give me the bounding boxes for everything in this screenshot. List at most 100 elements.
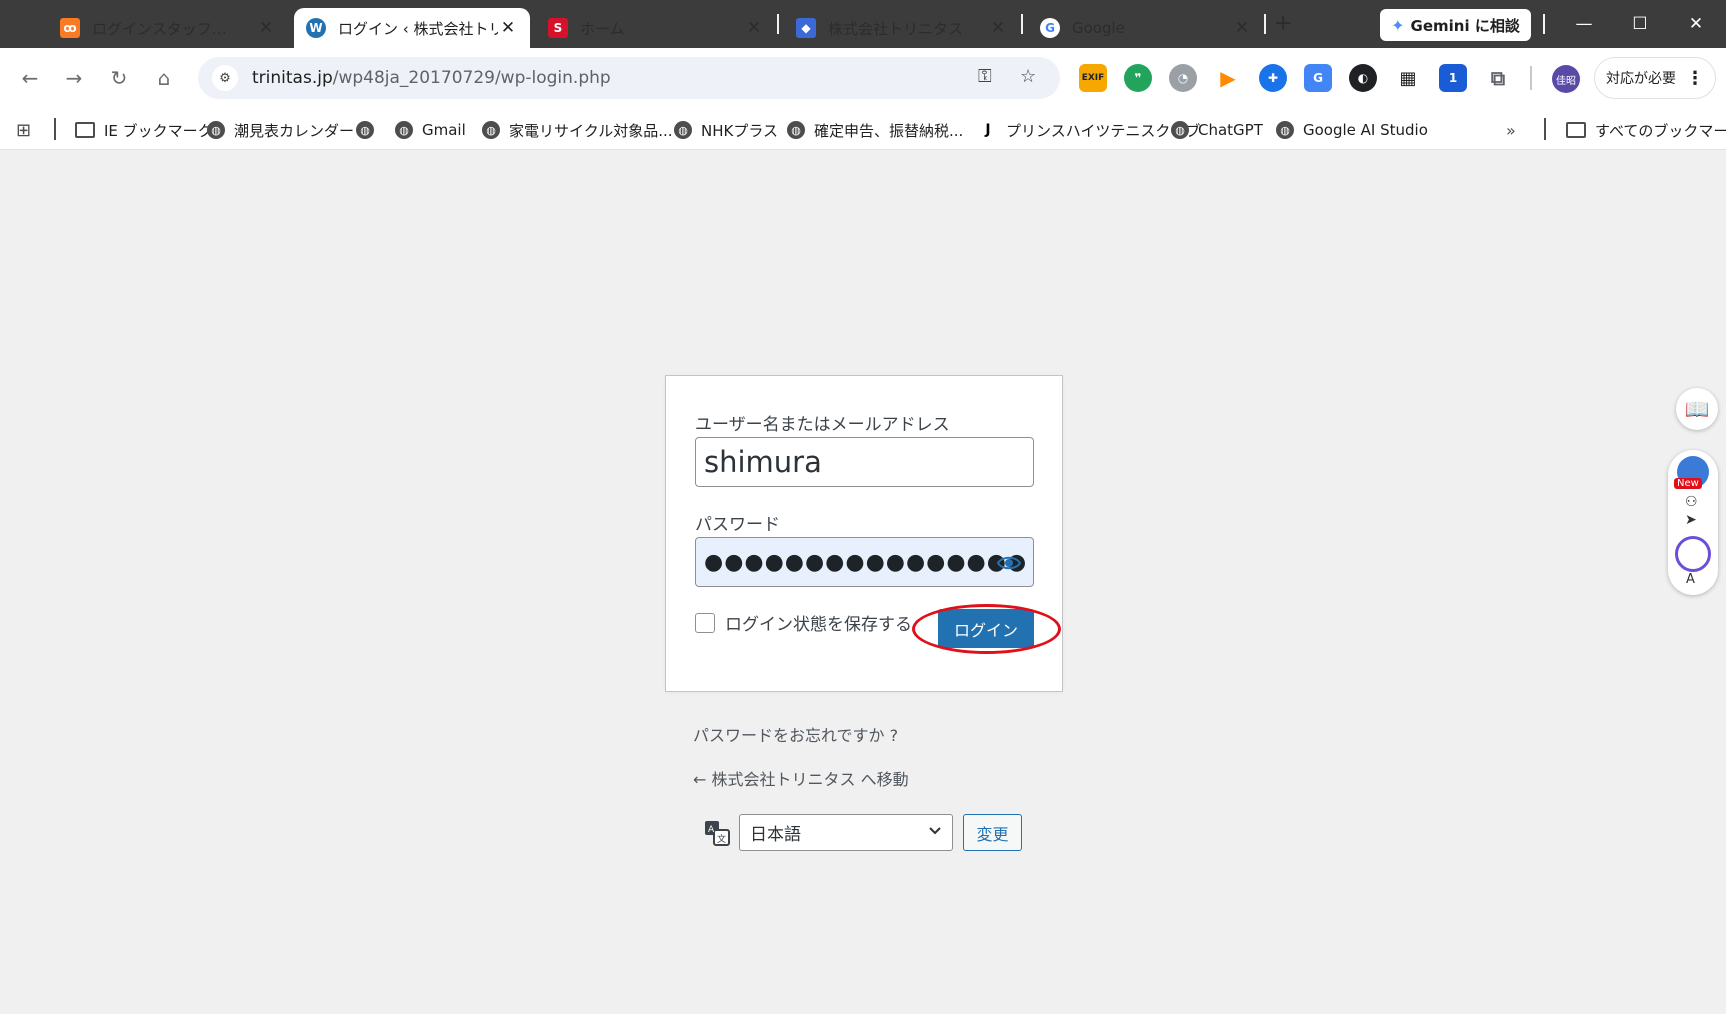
bookmark-globe[interactable]: ◍ — [356, 118, 383, 142]
forward-icon[interactable]: → — [58, 62, 90, 94]
reading-mode-book-icon[interactable]: 📖 — [1676, 388, 1718, 430]
tab-home[interactable]: S ホーム ✕ — [536, 8, 776, 48]
assistant-bot-icon[interactable] — [1675, 536, 1711, 572]
bookmark-kakutei[interactable]: ◍ 確定申告、振替納税... — [787, 118, 963, 142]
badge-extension-icon[interactable]: 1 — [1439, 64, 1467, 92]
close-icon[interactable]: ✕ — [498, 18, 518, 38]
folder-icon — [75, 122, 95, 138]
bookmark-label: Google AI Studio — [1303, 121, 1428, 139]
minimize-icon[interactable]: — — [1564, 8, 1604, 40]
close-icon[interactable]: ✕ — [988, 18, 1008, 38]
profile-avatar[interactable]: 佳昭 — [1552, 65, 1580, 93]
bookmark-tennis[interactable]: J プリンスハイツテニスクラブ — [979, 118, 1200, 142]
tab-title: ログインスタッフ… — [92, 19, 227, 38]
bookmark-aistudio[interactable]: ◍ Google AI Studio — [1276, 118, 1428, 142]
new-tab-icon[interactable]: + — [1274, 11, 1292, 36]
username-input[interactable]: shimura — [695, 437, 1034, 487]
tab-trinitas[interactable]: ◆ 株式会社トリニタス ✕ — [784, 8, 1020, 48]
show-password-eye-icon[interactable] — [997, 551, 1021, 575]
chevron-down-icon — [929, 827, 941, 835]
bookmark-label: IE ブックマーク — [104, 121, 213, 140]
window-close-icon[interactable]: ✕ — [1676, 8, 1716, 40]
qr-extension-icon[interactable]: ▦ — [1394, 64, 1422, 92]
bookmark-folder-ie[interactable]: IE ブックマーク — [75, 118, 213, 142]
play-extension-icon[interactable]: ▶ — [1214, 64, 1242, 92]
bookmark-gmail[interactable]: ◍ Gmail — [395, 118, 466, 142]
j-icon: J — [979, 121, 997, 139]
tab-title: 株式会社トリニタス — [828, 19, 964, 38]
bookmark-label: 確定申告、振替納税... — [814, 121, 964, 140]
window-separator — [1543, 14, 1545, 34]
extensions-puzzle-icon[interactable]: ⧉ — [1484, 64, 1512, 92]
tab-separator — [1021, 14, 1023, 34]
password-label: パスワード — [695, 515, 780, 535]
language-change-button[interactable]: 変更 — [963, 814, 1022, 851]
bookmark-shiomi[interactable]: ◍ 潮見表カレンダー — [207, 118, 354, 142]
remember-checkbox[interactable] — [695, 612, 715, 633]
reload-icon[interactable]: ↻ — [103, 62, 135, 94]
close-icon[interactable]: ✕ — [1232, 18, 1252, 38]
quote-extension-icon[interactable]: ❞ — [1124, 64, 1152, 92]
globe-icon: ◍ — [395, 121, 413, 139]
tab-title: Google — [1072, 19, 1125, 37]
translation-icon: A 文 — [705, 821, 730, 846]
bookmark-label: ChatGPT — [1198, 121, 1263, 139]
url-host: trinitas.jp — [252, 68, 333, 88]
chevron-more-icon[interactable]: » — [1506, 118, 1516, 142]
password-input[interactable]: ●●●●●●●●●●●●●●●● — [695, 537, 1034, 587]
cursor-icon[interactable]: ➤ — [1685, 512, 1697, 528]
bookmark-all[interactable]: すべてのブックマーク — [1566, 118, 1726, 142]
tab-strip: ꝏ ログインスタッフ… ✕ W ログイン ‹ 株式会社トリニ ✕ S ホーム ✕… — [0, 0, 1726, 48]
username-value: shimura — [704, 445, 822, 479]
site-settings-icon[interactable]: ⚙ — [212, 65, 238, 91]
bookmark-label: NHKプラス — [701, 121, 779, 140]
tab-separator — [777, 14, 779, 34]
maximize-icon[interactable]: ☐ — [1620, 8, 1660, 40]
dice-extension-icon[interactable]: ✚ — [1259, 64, 1287, 92]
tab-google[interactable]: G Google ✕ — [1028, 8, 1264, 48]
login-submit-button[interactable]: ログイン — [938, 609, 1034, 648]
close-icon[interactable]: ✕ — [744, 18, 764, 38]
login-page: ユーザー名またはメールアドレス shimura パスワード ●●●●●●●●●●… — [0, 150, 1726, 1014]
translate-extension-icon[interactable]: G — [1304, 64, 1332, 92]
bookmark-star-icon[interactable]: ☆ — [1020, 66, 1036, 87]
tab-separator — [1264, 14, 1266, 34]
menu-kebab-icon: ⋮ — [1686, 67, 1704, 89]
bookmark-nhk[interactable]: ◍ NHKプラス — [674, 118, 778, 142]
back-icon[interactable]: ← — [14, 62, 46, 94]
exif-extension-icon[interactable]: EXIF — [1079, 64, 1107, 92]
remember-label: ログイン状態を保存する — [725, 615, 912, 635]
tab-xampp[interactable]: ꝏ ログインスタッフ… ✕ — [48, 8, 288, 48]
gemini-label: Gemini に相談 — [1410, 16, 1520, 35]
cube-icon: ◆ — [796, 18, 816, 38]
bookmarks-bar: ⊞ IE ブックマーク ◍ 潮見表カレンダー ◍ ◍ Gmail ◍ 家電リサイクル対… — [0, 110, 1726, 150]
browser-toolbar: ← → ↻ ⌂ ⚙ trinitas.jp/wp48ja_20170729/wp… — [0, 48, 1726, 110]
action-required-button[interactable]: 対応が必要 ⋮ — [1594, 57, 1716, 99]
home-icon[interactable]: ⌂ — [148, 62, 180, 94]
grid-icon[interactable]: ⚇ — [1685, 494, 1698, 510]
compass-extension-icon[interactable]: ◐ — [1349, 64, 1377, 92]
lost-password-link[interactable]: パスワードをお忘れですか ? — [693, 722, 898, 746]
gemini-button[interactable]: ✦ Gemini に相談 — [1380, 9, 1531, 41]
address-bar[interactable]: ⚙ trinitas.jp/wp48ja_20170729/wp-login.p… — [198, 57, 1060, 99]
tab-wordpress-login[interactable]: W ログイン ‹ 株式会社トリニ ✕ — [294, 8, 530, 48]
login-form: ユーザー名またはメールアドレス shimura パスワード ●●●●●●●●●●… — [665, 375, 1063, 692]
key-icon[interactable]: ⚿ — [978, 66, 992, 87]
close-icon[interactable]: ✕ — [256, 18, 276, 38]
url-text[interactable]: trinitas.jp/wp48ja_20170729/wp-login.php — [252, 68, 611, 88]
bookmark-label: すべてのブックマーク — [1595, 121, 1726, 140]
svg-text:文: 文 — [717, 833, 726, 845]
back-to-site-link[interactable]: ← 株式会社トリニタス へ移動 — [693, 766, 909, 790]
globe-icon: ◍ — [1171, 121, 1189, 139]
bookmark-label: 家電リサイクル対象品... — [509, 121, 673, 140]
translate-a-icon[interactable]: A — [1686, 572, 1695, 587]
rss-extension-icon[interactable]: ◔ — [1169, 64, 1197, 92]
language-select[interactable]: 日本語 — [739, 814, 953, 851]
svg-text:A: A — [708, 825, 715, 835]
remember-me[interactable]: ログイン状態を保存する — [695, 610, 912, 635]
bookmark-chatgpt[interactable]: ◍ ChatGPT — [1171, 118, 1263, 142]
globe-icon: ◍ — [207, 121, 225, 139]
bookmark-kaden[interactable]: ◍ 家電リサイクル対象品... — [482, 118, 673, 142]
google-icon: G — [1040, 18, 1060, 38]
apps-grid-icon[interactable]: ⊞ — [16, 118, 31, 142]
